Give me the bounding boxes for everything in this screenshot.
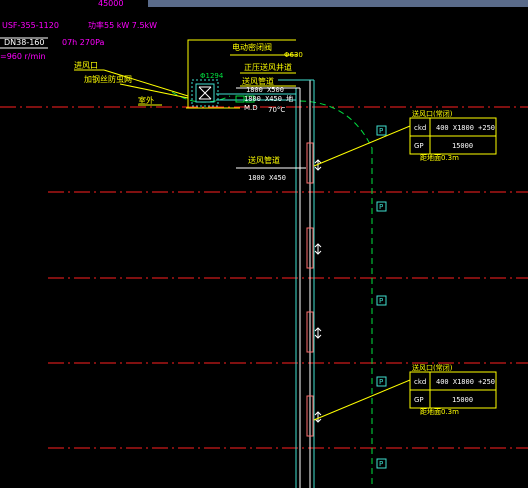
outlet-title: 送风口(常闭)	[412, 109, 453, 118]
fan-spec-block: 45000 USF-355-1120 功率55 kW 7.5kW DN38-16…	[0, 0, 157, 61]
outlet-row-key: GP	[414, 396, 424, 404]
supply-duct-label: 送风管道	[248, 155, 280, 165]
top-toolbar-strip	[148, 0, 528, 7]
p-marker: P	[376, 201, 387, 212]
duct-size-2: 1800 X450 地	[244, 94, 293, 103]
svg-text:P: P	[379, 127, 383, 135]
green-dashed-guide	[171, 91, 373, 488]
positive-shaft-label: 正压送风井道	[244, 62, 292, 72]
outlet-box-1: 送风口(常闭) ckd 400 X1800 +250 GP 15000 距地面0…	[313, 109, 497, 167]
md-label: M.D	[244, 104, 258, 112]
outlet-row-value: 400 X1800 +250	[436, 124, 495, 132]
outlet-title: 送风口(常闭)	[412, 363, 453, 372]
cad-drawing: P P P P P 45000 USF-355-1120 功率55 kW 7.5…	[0, 0, 528, 488]
fan-model: USF-355-1120	[2, 21, 59, 30]
p-marker: P	[376, 125, 387, 136]
outlet-row-value: 15000	[452, 142, 473, 150]
p-marker: P	[376, 458, 387, 469]
note-70: 70°C	[268, 106, 285, 114]
svg-text:P: P	[379, 297, 383, 305]
outlet-note: 距地面0.3m	[420, 407, 459, 416]
rain-screen-label: 加钢丝防虫网	[84, 74, 132, 84]
outlet-row-key: ckd	[414, 378, 426, 386]
phi-label: Φ1294	[200, 72, 224, 80]
fan-pressure: 07h 270Pa	[62, 38, 105, 47]
supply-pipe-label: 送风管道	[242, 76, 274, 86]
svg-text:P: P	[379, 203, 383, 211]
outlet-row-key: GP	[414, 142, 424, 150]
svg-text:P: P	[379, 460, 383, 468]
duct-shaft	[236, 79, 315, 488]
left-annotations: 进风口 加钢丝防虫网 室外	[74, 61, 154, 105]
outlet-row-value: 400 X1800 +250	[436, 378, 495, 386]
p-marker: P	[376, 295, 387, 306]
outlet-row-key: ckd	[414, 124, 426, 132]
outlet-row-value: 15000	[452, 396, 473, 404]
duct-size-top: 1800 X500	[246, 86, 284, 94]
fan-flow: DN38-160	[4, 38, 44, 47]
outlet-note: 距地面0.3m	[420, 153, 459, 162]
grille-arrows	[314, 159, 322, 423]
p-markers: P P P P P	[376, 125, 387, 469]
outdoor-label: 室外	[138, 95, 154, 105]
air-inlet-label: 进风口	[74, 61, 98, 70]
p-marker: P	[376, 376, 387, 387]
fan-speed: =960 r/min	[0, 52, 46, 61]
svg-text:P: P	[379, 378, 383, 386]
elec-valve-label: 电动密闭阀	[232, 42, 272, 52]
center-annotations: 电动密闭阀 Φ630 正压送风井道 送风管道 1800 X500 1800 X4…	[232, 42, 303, 114]
spec-45000: 45000	[98, 0, 123, 8]
supply-duct-size: 1800 X450	[248, 174, 286, 182]
fan-power: 功率55 kW 7.5kW	[88, 20, 157, 30]
outlet-box-2: 送风口(常闭) ckd 400 X1800 +250 GP 15000 距地面0…	[313, 363, 497, 421]
